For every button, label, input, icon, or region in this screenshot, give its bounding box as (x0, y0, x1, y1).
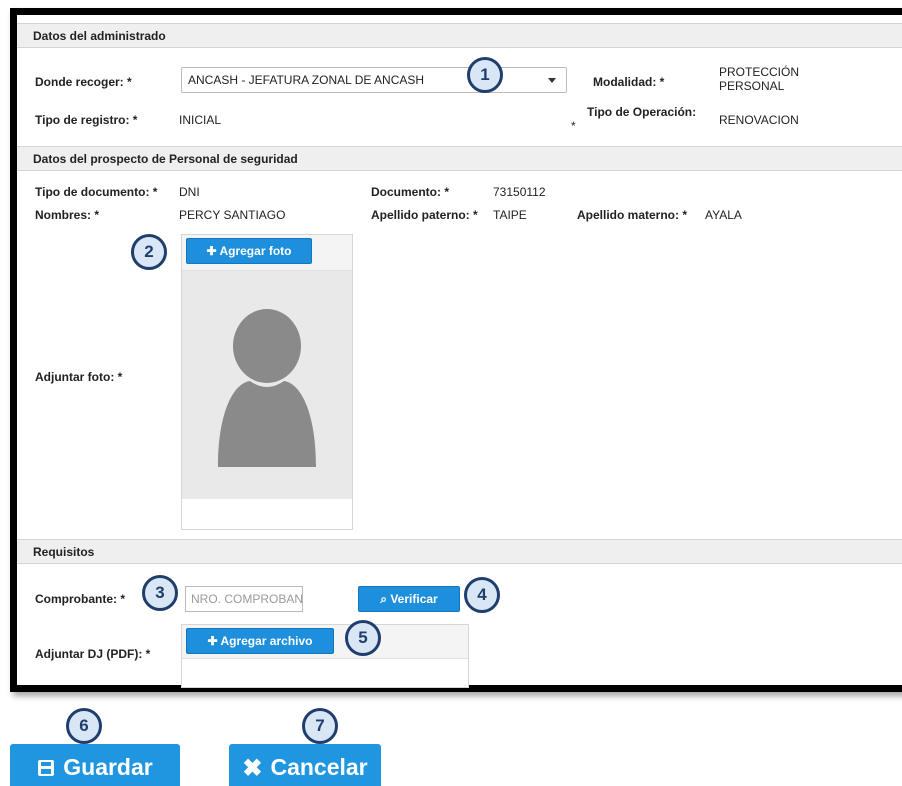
guardar-label: Guardar (63, 754, 153, 780)
documento-value: 73150112 (493, 185, 546, 199)
close-icon: ✖ (242, 754, 263, 782)
step-badge-1: 1 (467, 57, 503, 93)
nombres-value: PERCY SANTIAGO (179, 208, 286, 222)
guardar-button[interactable]: Guardar (10, 744, 180, 786)
tipo-operacion-label: Tipo de Operación: (587, 105, 697, 119)
verificar-button[interactable]: ⌕ Verificar (358, 586, 460, 612)
cancelar-button[interactable]: ✖ Cancelar (229, 744, 381, 786)
comprobante-input[interactable] (185, 586, 303, 612)
apellido-materno-label: Apellido materno: * (577, 208, 688, 222)
agregar-foto-label: Agregar foto (219, 244, 292, 258)
tipo-operacion-value: RENOVACION (719, 113, 799, 127)
donde-recoger-label: Donde recoger: * (35, 75, 132, 89)
tipo-operacion-asterisk: * (571, 119, 576, 133)
apellido-paterno-value: TAIPE (493, 208, 527, 222)
tipo-registro-value: INICIAL (179, 113, 222, 127)
floppy-disk-icon (37, 746, 55, 786)
modalidad-label: Modalidad: * (593, 75, 665, 89)
step-badge-5: 5 (345, 620, 381, 656)
agregar-foto-button[interactable]: ✚ Agregar foto (186, 238, 312, 264)
agregar-archivo-button[interactable]: ✚ Agregar archivo (186, 628, 334, 654)
apellido-paterno-label: Apellido paterno: * (371, 208, 478, 222)
chevron-down-icon (548, 78, 556, 83)
apellido-materno-value: AYALA (705, 208, 742, 222)
photo-preview (182, 271, 352, 499)
plus-icon: ✚ (207, 634, 221, 648)
step-badge-2: 2 (131, 234, 167, 270)
photo-upload-box (181, 234, 353, 530)
donde-recoger-select[interactable]: ANCASH - JEFATURA ZONAL DE ANCASH (181, 67, 567, 93)
plus-icon: ✚ (206, 244, 220, 258)
comprobante-label: Comprobante: * (35, 592, 125, 606)
modalidad-value-line2: PERSONAL (719, 79, 785, 93)
step-badge-7: 7 (302, 708, 338, 744)
tipo-registro-label: Tipo de registro: * (35, 113, 138, 127)
adjuntar-dj-label: Adjuntar DJ (PDF): * (35, 647, 151, 661)
modalidad-value-line1: PROTECCIÓN (719, 65, 800, 79)
search-icon: ⌕ (380, 592, 391, 606)
documento-label: Documento: * (371, 185, 449, 199)
donde-recoger-value: ANCASH - JEFATURA ZONAL DE ANCASH (188, 73, 425, 87)
cancelar-label: Cancelar (270, 754, 368, 780)
tipo-documento-value: DNI (179, 185, 200, 199)
agregar-archivo-label: Agregar archivo (220, 634, 313, 648)
user-silhouette-icon (218, 309, 316, 467)
section-header-prospecto: Datos del prospecto de Personal de segur… (17, 146, 902, 171)
step-badge-4: 4 (464, 577, 500, 613)
tipo-documento-label: Tipo de documento: * (35, 185, 158, 199)
verificar-label: Verificar (390, 592, 438, 606)
section-header-administrado: Datos del administrado (17, 23, 902, 48)
step-badge-3: 3 (142, 575, 178, 611)
step-badge-6: 6 (66, 708, 102, 744)
adjuntar-foto-label: Adjuntar foto: * (35, 370, 123, 384)
section-header-requisitos: Requisitos (17, 539, 902, 564)
nombres-label: Nombres: * (35, 208, 100, 222)
